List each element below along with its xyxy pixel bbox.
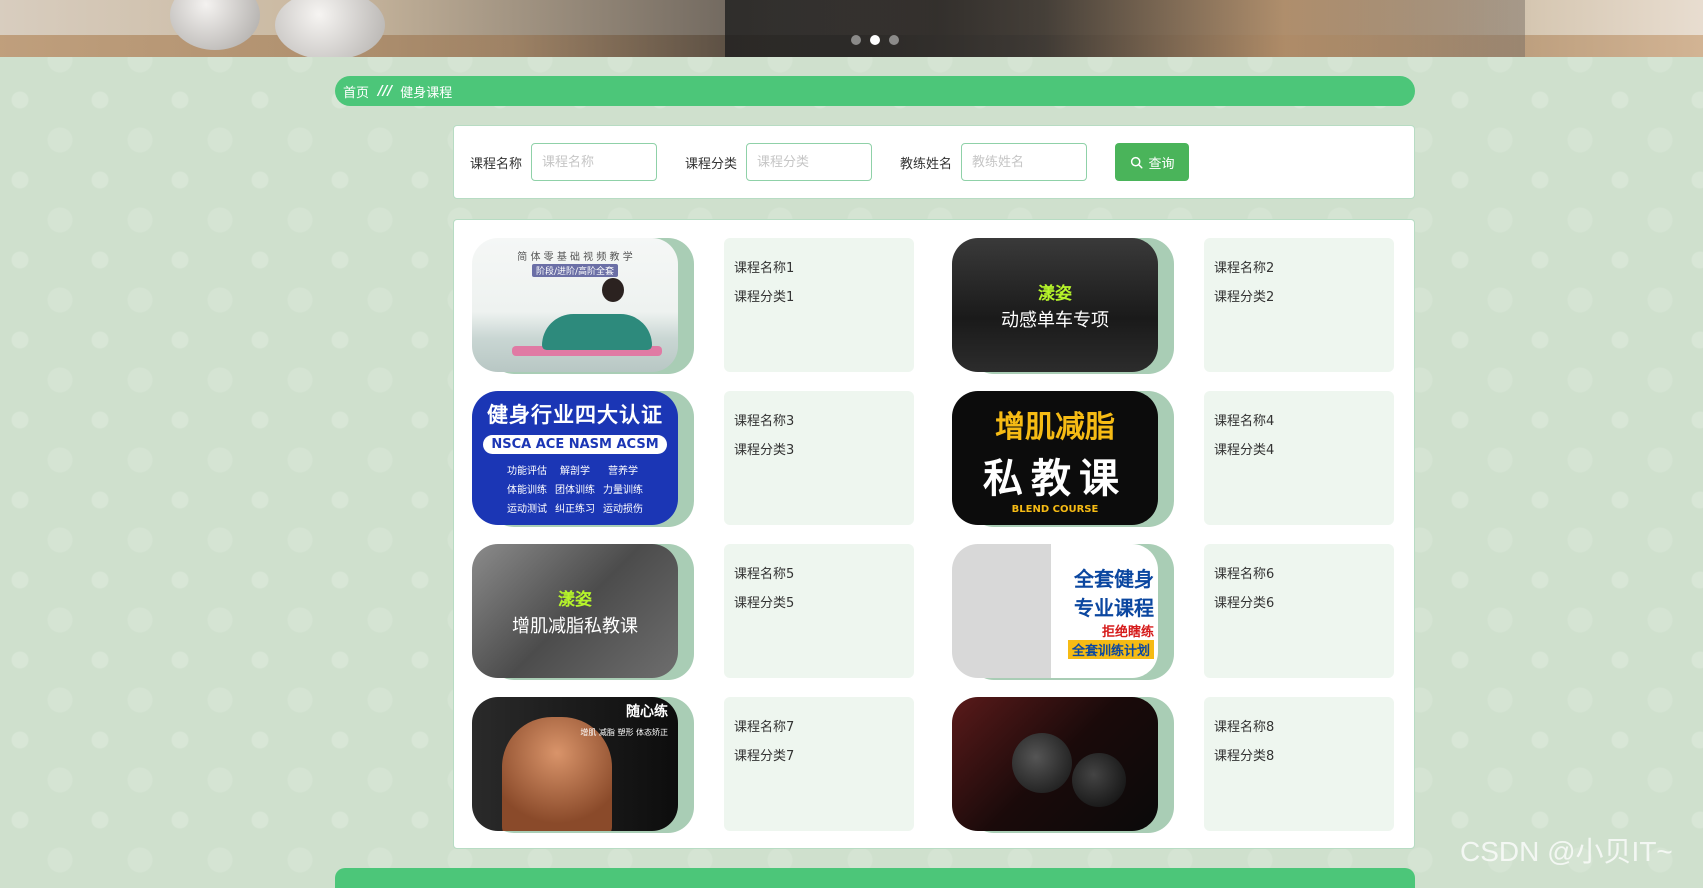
image-subtitle: 私教课 [983,455,1127,502]
course-name: 课程名称2 [1214,261,1275,276]
carousel-indicators [851,35,899,45]
course-image-fat-loss: 漾姿 增肌减脂私教课 [472,544,678,678]
course-category: 课程分类8 [1214,749,1275,764]
image-subtitle: 专业课程 [1074,596,1154,620]
course-image-boxing [952,697,1158,831]
banner-exercise-ball [275,0,385,57]
image-caption: 简 体 零 基 础 视 频 教 学 [517,252,633,263]
course-info: 课程名称4 课程分类4 [1204,391,1394,525]
course-card-5[interactable]: 漾姿 增肌减脂私教课 课程名称5 课程分类5 [454,526,914,680]
course-category: 课程分类2 [1214,290,1275,305]
course-card-4[interactable]: 增肌减脂 私教课 BLEND COURSE 课程名称4 课程分类4 [934,373,1394,527]
course-image-free-training: 随心练 增肌 减脂 塑形 体态矫正 [472,697,678,831]
image-topic: 力量训练 [603,485,643,496]
course-info: 课程名称1 课程分类1 [724,238,914,372]
image-topic-grid: 功能评估 解剖学 营养学 体能训练 团体训练 力量训练 运动测试 纠正练习 运动… [507,462,643,515]
watermark: CSDN @小贝IT~ [1460,836,1673,867]
image-topic: 团体训练 [555,485,595,496]
footer-bar [335,868,1415,888]
course-info: 课程名称7 课程分类7 [724,697,914,831]
course-category: 课程分类3 [734,443,795,458]
course-card-7[interactable]: 随心练 增肌 减脂 塑形 体态矫正 课程名称7 课程分类7 [454,679,914,833]
course-name-input[interactable] [531,143,658,181]
carousel-dot-3[interactable] [889,35,899,45]
image-brand: 漾姿 [1038,283,1072,304]
course-name: 课程名称1 [734,261,795,276]
course-name: 课程名称5 [734,567,795,582]
image-tagline: 拒绝瞎练 [1101,625,1154,640]
course-category: 课程分类5 [734,596,795,611]
image-topic: 功能评估 [507,466,547,477]
course-info: 课程名称5 课程分类5 [724,544,914,678]
course-category-label: 课程分类 [685,156,738,172]
image-title: 随心练 [626,704,668,720]
search-button-label: 查询 [1148,156,1175,172]
image-pill: NSCA ACE NASM ACSM [483,435,667,454]
image-title: 增肌减脂私教课 [512,615,638,637]
course-category: 课程分类7 [734,749,795,764]
image-topic: 解剖学 [560,466,590,477]
carousel-dot-2[interactable] [870,35,880,45]
course-category: 课程分类4 [1214,443,1275,458]
course-category-field: 课程分类 [685,143,873,181]
course-card-3[interactable]: 健身行业四大认证 NSCA ACE NASM ACSM 功能评估 解剖学 营养学… [454,373,914,527]
course-name: 课程名称6 [1214,567,1275,582]
image-topic: 运动损伤 [603,504,643,515]
banner-gym-equipment [725,0,1525,57]
course-card-6[interactable]: 全套健身 专业课程 拒绝瞎练 全套训练计划 课程名称6 课程分类6 [934,526,1394,680]
coach-name-label: 教练姓名 [900,156,953,172]
course-name-field: 课程名称 [470,143,658,181]
course-name: 课程名称4 [1214,414,1275,429]
course-card-1[interactable]: 简 体 零 基 础 视 频 教 学 阶段/进阶/高阶全套 课程名称1 课程分类1 [454,220,914,374]
course-name: 课程名称8 [1214,720,1275,735]
coach-name-input[interactable] [961,143,1088,181]
course-image-private-class: 增肌减脂 私教课 BLEND COURSE [952,391,1158,525]
course-name-label: 课程名称 [470,156,523,172]
search-panel: 课程名称 课程分类 教练姓名 查询 [453,125,1415,199]
boxing-glove [1072,753,1126,807]
course-info: 课程名称3 课程分类3 [724,391,914,525]
carousel-dot-1[interactable] [851,35,861,45]
image-tag: 阶段/进阶/高阶全套 [531,264,619,277]
course-info: 课程名称2 课程分类2 [1204,238,1394,372]
course-info: 课程名称6 课程分类6 [1204,544,1394,678]
image-topic: 营养学 [608,466,638,477]
image-topic: 体能训练 [507,485,547,496]
search-button[interactable]: 查询 [1115,143,1190,181]
coach-name-field: 教练姓名 [900,143,1088,181]
course-category: 课程分类1 [734,290,795,305]
breadcrumb-home-link[interactable]: 首页 [343,82,369,101]
breadcrumb-separator: /// [378,83,393,99]
course-list: 简 体 零 基 础 视 频 教 学 阶段/进阶/高阶全套 课程名称1 课程分类1… [453,219,1415,849]
course-image-yoga: 简 体 零 基 础 视 频 教 学 阶段/进阶/高阶全套 [472,238,678,372]
course-name: 课程名称3 [734,414,795,429]
yoga-figure-head [602,278,624,302]
course-category-input[interactable] [746,143,873,181]
image-topic: 运动测试 [507,504,547,515]
image-title: 全套健身 [1074,567,1154,591]
breadcrumb: 首页 /// 健身课程 [335,76,1415,106]
yoga-figure [542,314,652,350]
image-caption: 增肌 减脂 塑形 体态矫正 [580,728,668,737]
course-card-2[interactable]: 漾姿 动感单车专项 课程名称2 课程分类2 [934,220,1394,374]
course-card-8[interactable]: 课程名称8 课程分类8 [934,679,1394,833]
image-topic: 纠正练习 [555,504,595,515]
course-image-certification: 健身行业四大认证 NSCA ACE NASM ACSM 功能评估 解剖学 营养学… [472,391,678,525]
image-badge: 全套训练计划 [1067,640,1154,659]
image-title: 健身行业四大认证 [487,403,663,427]
breadcrumb-current: 健身课程 [400,85,453,101]
image-title: 增肌减脂 [995,409,1115,445]
course-image-spinning: 漾姿 动感单车专项 [952,238,1158,372]
course-category: 课程分类6 [1214,596,1275,611]
image-caption: BLEND COURSE [1011,503,1099,515]
boxing-glove [1012,733,1072,793]
image-brand: 漾姿 [558,589,592,610]
search-icon [1130,156,1143,169]
course-name: 课程名称7 [734,720,795,735]
course-info: 课程名称8 课程分类8 [1204,697,1394,831]
image-title: 动感单车专项 [1001,309,1109,331]
course-image-full-program: 全套健身 专业课程 拒绝瞎练 全套训练计划 [952,544,1158,678]
hero-banner [0,0,1703,57]
